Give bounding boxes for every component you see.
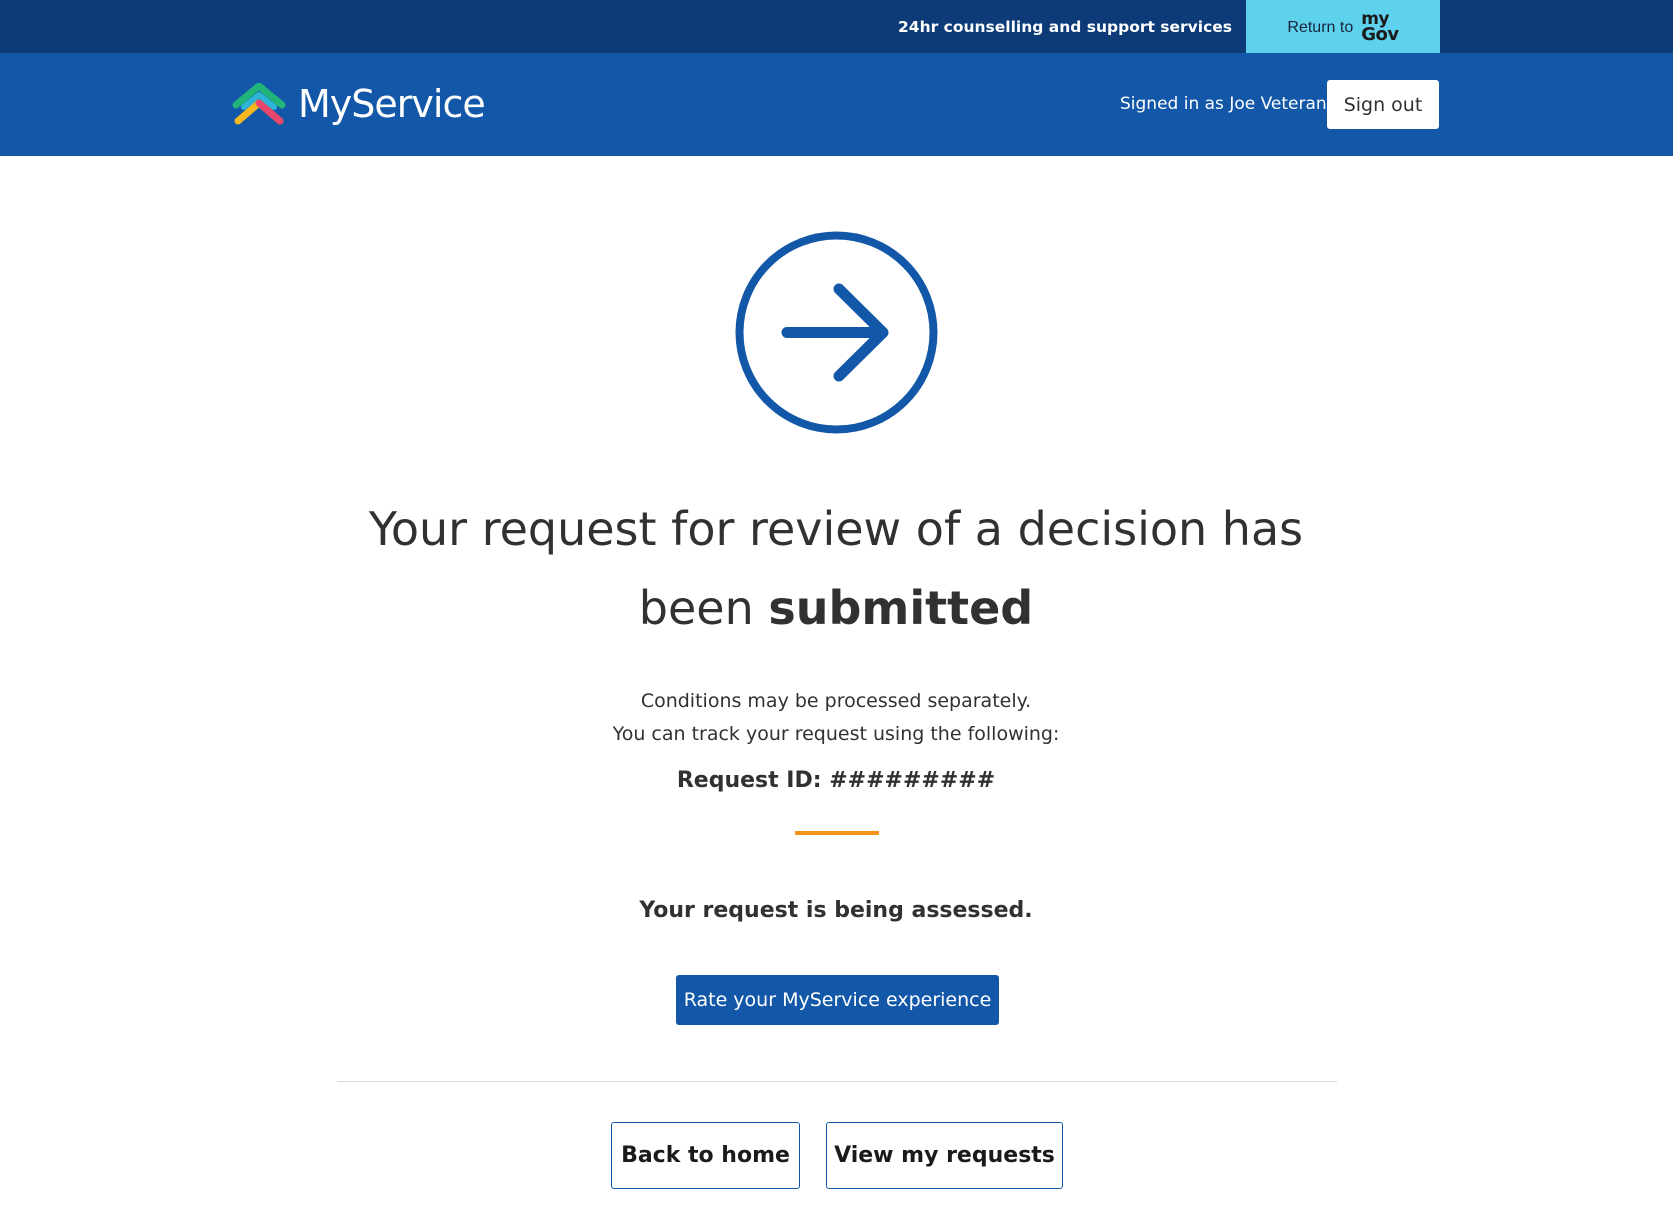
request-id-label: Request ID: [676,768,822,793]
back-to-home-button[interactable]: Back to home [611,1122,800,1189]
desc-line-1: Conditions may be processed separately. [640,690,1032,712]
top-utility-bar: 24hr counselling and support services Re… [0,0,1673,53]
section-divider [337,1081,1337,1082]
accent-divider [795,831,879,835]
counselling-services-toggle[interactable]: 24hr counselling and support services [898,0,1263,53]
myservice-logo-icon [232,83,286,125]
return-to-mygov-button[interactable]: Return to my Gov [1246,0,1440,53]
view-my-requests-button[interactable]: View my requests [826,1122,1063,1189]
mygov-logo-gov: Gov [1361,23,1399,45]
arrow-right-circle-icon [735,231,938,434]
myservice-home-link[interactable]: MyService [232,81,486,127]
signed-in-text: Signed in as Joe Veteran [1120,94,1327,114]
request-id-value: ######### [829,768,996,793]
mygov-logo: my Gov [1361,10,1399,45]
site-header: MyService Signed in as Joe Veteran Sign … [0,53,1673,156]
request-id: Request ID: ######### [536,768,1136,793]
counselling-label: 24hr counselling and support services [898,17,1233,36]
page-title: Your request for review of a decision ha… [336,490,1336,648]
return-label: Return to [1287,18,1354,36]
request-description: Conditions may be processed separately. … [436,685,1236,751]
rate-experience-button[interactable]: Rate your MyService experience [676,975,999,1025]
brand-name: MyService [298,82,486,126]
desc-line-2: You can track your request using the fol… [612,723,1060,745]
page-title-emphasis: submitted [768,581,1034,635]
assessment-status: Your request is being assessed. [639,898,1033,923]
sign-out-button[interactable]: Sign out [1327,80,1439,129]
